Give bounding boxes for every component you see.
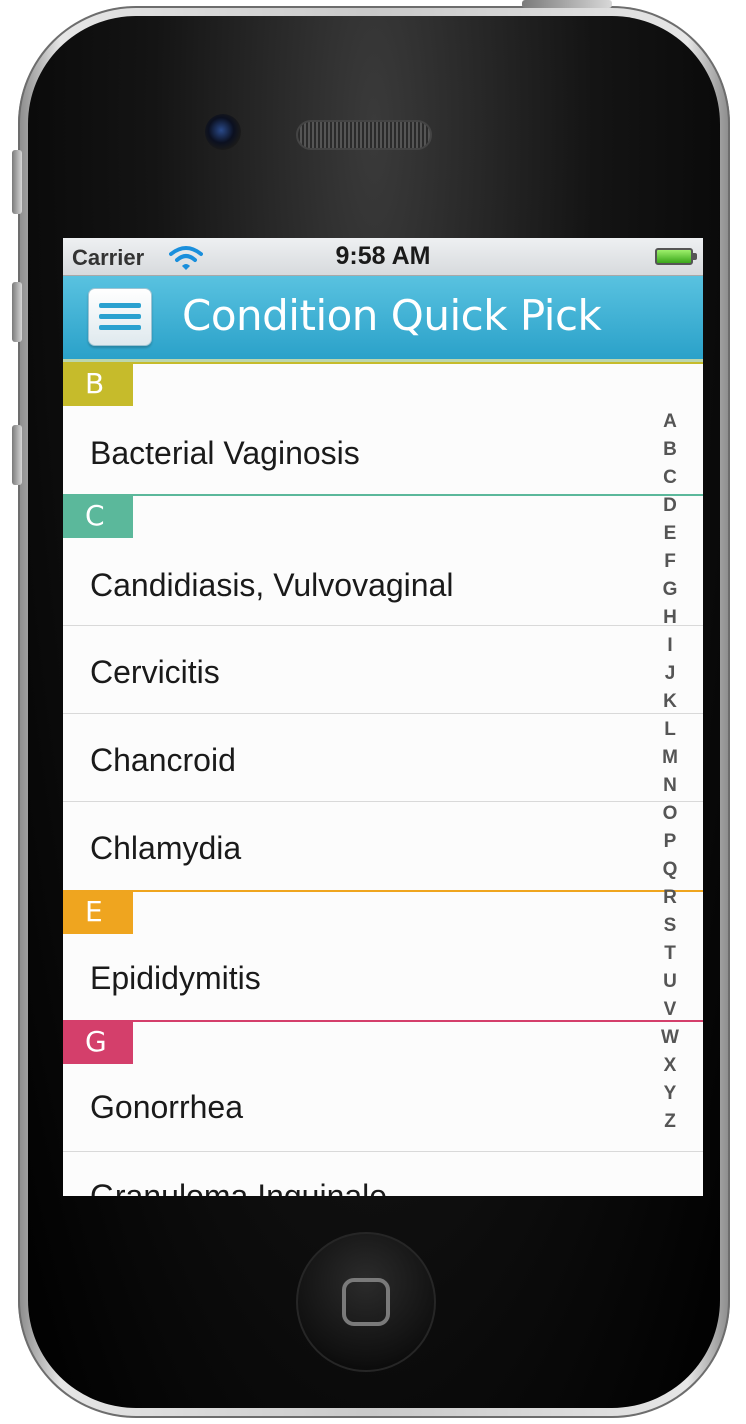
list-item-label: Bacterial Vaginosis <box>90 435 360 471</box>
condition-list[interactable]: B Bacterial Vaginosis C Candidiasis, Vul… <box>63 362 703 1196</box>
status-time: 9:58 AM <box>335 242 431 270</box>
index-letter-r[interactable]: R <box>655 884 685 912</box>
list-item[interactable]: Epididymitis <box>63 934 703 1020</box>
index-letter-z[interactable]: Z <box>655 1108 685 1136</box>
nav-bar: Condition Quick Pick <box>63 276 703 362</box>
list-item[interactable]: Chancroid <box>63 714 703 802</box>
index-letter-i[interactable]: I <box>655 632 685 660</box>
index-letter-e[interactable]: E <box>655 520 685 548</box>
section-badge-c: C <box>63 496 133 538</box>
section-c: C Candidiasis, Vulvovaginal Cervicitis C… <box>63 494 703 890</box>
index-letter-j[interactable]: J <box>655 660 685 688</box>
camera-icon <box>205 114 241 150</box>
index-letter-s[interactable]: S <box>655 912 685 940</box>
volume-up-button <box>12 282 22 342</box>
index-letter-b[interactable]: B <box>655 436 685 464</box>
section-badge-g: G <box>63 1022 133 1064</box>
home-button[interactable] <box>296 1232 436 1372</box>
index-letter-d[interactable]: D <box>655 492 685 520</box>
index-letter-t[interactable]: T <box>655 940 685 968</box>
menu-button[interactable] <box>88 288 152 346</box>
index-letter-p[interactable]: P <box>655 828 685 856</box>
index-letter-f[interactable]: F <box>655 548 685 576</box>
section-badge-b: B <box>63 364 133 406</box>
section-header-c: C <box>63 494 703 538</box>
speaker-grille <box>296 120 432 150</box>
section-header-g: G <box>63 1020 703 1064</box>
section-badge-e: E <box>63 892 133 934</box>
list-item-label: Epididymitis <box>90 960 261 996</box>
mute-switch <box>12 150 22 214</box>
list-item-label: Cervicitis <box>90 654 220 690</box>
power-button <box>522 0 612 8</box>
section-b: B Bacterial Vaginosis <box>63 362 703 494</box>
index-letter-c[interactable]: C <box>655 464 685 492</box>
list-item-label: Granuloma Inguinale <box>90 1178 388 1196</box>
page-title: Condition Quick Pick <box>182 291 602 340</box>
list-item[interactable]: Bacterial Vaginosis <box>63 406 703 494</box>
index-letter-w[interactable]: W <box>655 1024 685 1052</box>
status-bar: Carrier 9:58 AM <box>63 238 703 276</box>
list-item[interactable]: Gonorrhea <box>63 1064 703 1152</box>
index-letter-k[interactable]: K <box>655 688 685 716</box>
battery-tip <box>693 253 697 260</box>
list-item-label: Candidiasis, Vulvovaginal <box>90 567 454 603</box>
index-letter-g[interactable]: G <box>655 576 685 604</box>
battery-icon <box>655 248 693 265</box>
section-g: G Gonorrhea Granuloma Inguinale <box>63 1020 703 1196</box>
hamburger-icon <box>99 303 141 336</box>
screen: Carrier 9:58 AM Condition Quick Pick B B… <box>63 238 703 1196</box>
index-letter-l[interactable]: L <box>655 716 685 744</box>
index-letter-o[interactable]: O <box>655 800 685 828</box>
volume-down-button <box>12 425 22 485</box>
index-letter-v[interactable]: V <box>655 996 685 1024</box>
alphabet-index[interactable]: ABCDEFGHIJKLMNOPQRSTUVWXYZ <box>655 408 685 1136</box>
list-item[interactable]: Candidiasis, Vulvovaginal <box>63 538 703 626</box>
list-item[interactable]: Cervicitis <box>63 626 703 714</box>
list-item-label: Chlamydia <box>90 830 242 866</box>
list-item-label: Gonorrhea <box>90 1089 243 1125</box>
list-item-label: Chancroid <box>90 742 236 778</box>
list-item[interactable]: Granuloma Inguinale <box>63 1152 703 1196</box>
section-header-b: B <box>63 362 703 406</box>
home-square-icon <box>342 1278 390 1326</box>
index-letter-a[interactable]: A <box>655 408 685 436</box>
index-letter-n[interactable]: N <box>655 772 685 800</box>
index-letter-x[interactable]: X <box>655 1052 685 1080</box>
section-e: E Epididymitis <box>63 890 703 1020</box>
index-letter-y[interactable]: Y <box>655 1080 685 1108</box>
index-letter-q[interactable]: Q <box>655 856 685 884</box>
index-letter-u[interactable]: U <box>655 968 685 996</box>
index-letter-h[interactable]: H <box>655 604 685 632</box>
section-header-e: E <box>63 890 703 934</box>
index-letter-m[interactable]: M <box>655 744 685 772</box>
list-item[interactable]: Chlamydia <box>63 802 703 890</box>
